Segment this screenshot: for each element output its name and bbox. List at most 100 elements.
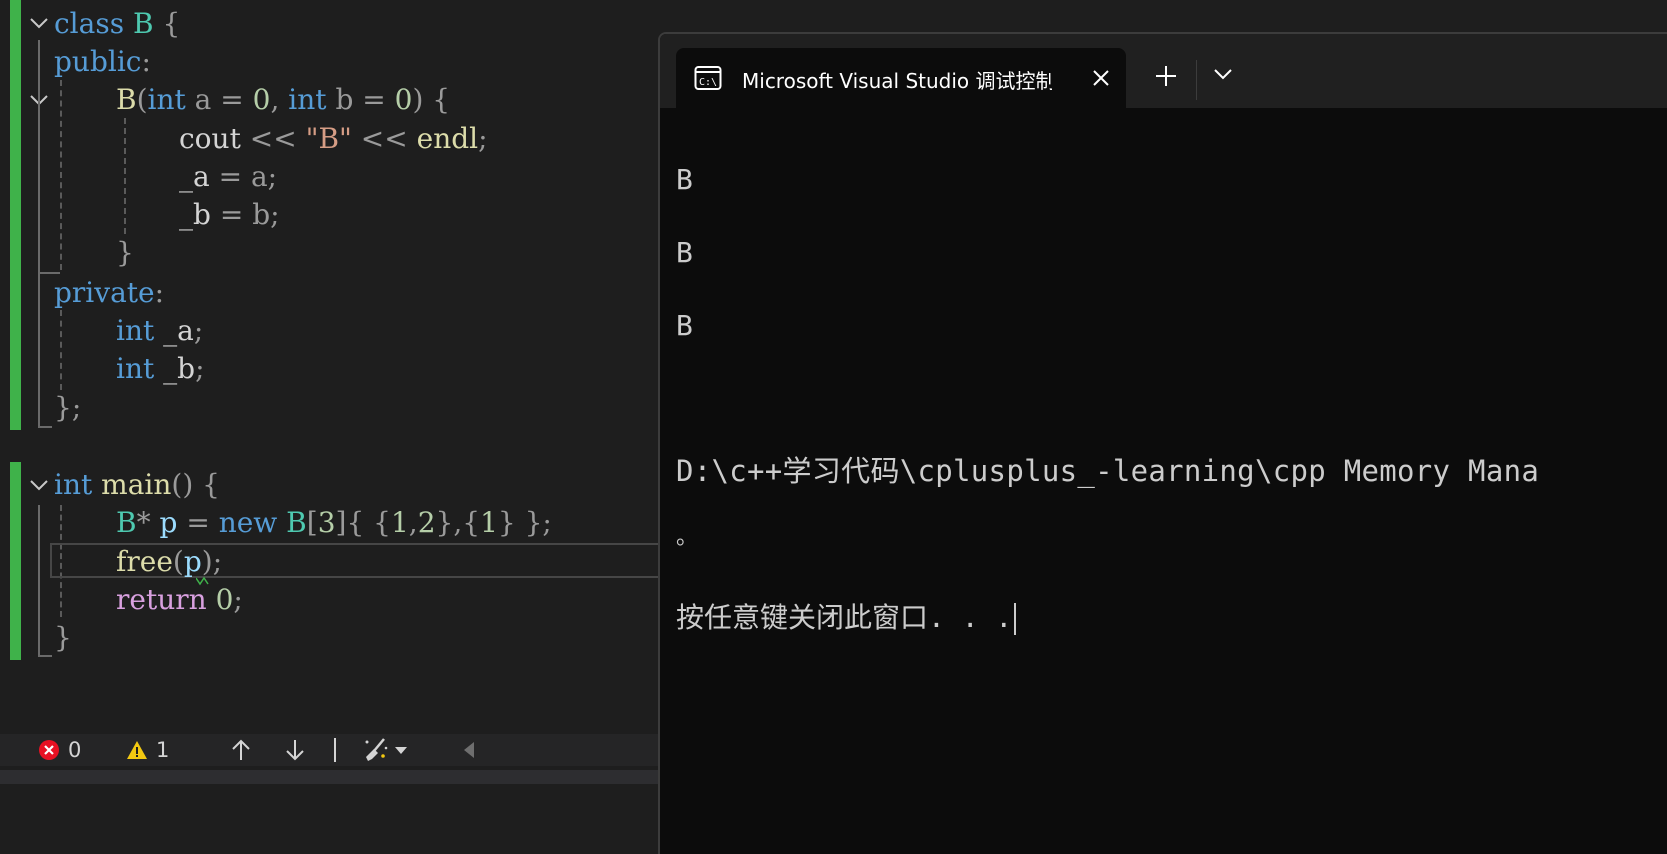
member-variable: _a — [179, 160, 210, 193]
code-line: class B { — [54, 6, 180, 42]
punctuation: ( — [172, 545, 184, 578]
warning-squiggle[interactable] — [195, 571, 210, 590]
function-name: free — [116, 545, 173, 578]
indent-guide — [60, 80, 62, 270]
number: 1 — [390, 506, 409, 539]
punctuation: , — [270, 83, 289, 116]
close-icon[interactable] — [1090, 67, 1112, 93]
operator: * — [136, 506, 160, 539]
code-line: _b = b; — [179, 197, 280, 233]
code-line: B* p = new B[3]{ {1,2},{1} }; — [116, 505, 552, 541]
scroll-left-icon[interactable] — [462, 734, 476, 766]
punctuation: ; — [267, 160, 278, 193]
number: 1 — [480, 506, 498, 539]
press-any-key-prompt: 按任意键关闭此窗口. . . — [676, 600, 1667, 635]
horizontal-scrollbar[interactable] — [0, 770, 660, 784]
fold-chevron-icon[interactable] — [28, 12, 50, 34]
code-line: B(int a = 0, int b = 0) { — [116, 82, 450, 118]
keyword: int — [147, 83, 186, 116]
punctuation: : — [154, 276, 165, 309]
console-tab-bar: C:\ Microsoft Visual Studio 调试控制台 — [660, 34, 1667, 110]
code-line: private: — [54, 275, 164, 311]
variable: p — [159, 506, 178, 539]
scope-guide — [38, 655, 52, 657]
keyword: int — [116, 352, 155, 385]
code-editor[interactable]: class B { public: B(int a = 0, int b = 0… — [0, 0, 700, 780]
parameter: a — [194, 83, 212, 116]
indent-guide — [124, 118, 126, 234]
text-cursor — [1014, 603, 1017, 635]
output-blank-line — [676, 381, 1667, 416]
keyword: private — [54, 276, 155, 309]
type-name: B — [286, 506, 307, 539]
change-indicator — [10, 0, 21, 430]
operator: = — [177, 506, 219, 539]
code-line: }; — [54, 390, 81, 426]
svg-text:C:\: C:\ — [699, 77, 717, 88]
warning-icon — [126, 739, 148, 761]
error-count-label: 0 — [68, 738, 82, 762]
exit-path-line: D:\c++学习代码\cplusplus_-learning\cpp Memor… — [676, 454, 1540, 488]
keyword: return — [116, 583, 207, 616]
punctuation: }; — [54, 391, 82, 424]
code-line: _a = a; — [179, 159, 277, 195]
punctuation: ( — [136, 83, 148, 116]
punctuation: ]{ { — [335, 506, 391, 539]
chevron-down-icon[interactable] — [1212, 66, 1234, 85]
status-separator — [334, 734, 336, 766]
dropdown-icon[interactable] — [394, 734, 408, 766]
type-name: B — [132, 7, 154, 40]
member-variable: _b — [179, 198, 211, 231]
prompt-text: 按任意键关闭此窗口. . . — [676, 601, 1013, 634]
keyword: int — [288, 83, 327, 116]
scope-guide — [38, 426, 52, 428]
keyword: class — [54, 7, 125, 40]
operator: = — [210, 198, 253, 231]
warning-count[interactable]: 1 — [126, 734, 169, 766]
output-line: B — [676, 163, 693, 196]
parameter: a — [250, 160, 268, 193]
arrow-up-icon[interactable] — [230, 734, 252, 766]
console-output[interactable]: B B B D:\c++学习代码\cplusplus_-learning\cpp… — [676, 124, 1667, 673]
parameter: b — [252, 198, 271, 231]
punctuation: } — [116, 236, 134, 269]
console-tab[interactable]: C:\ Microsoft Visual Studio 调试控制台 — [676, 48, 1126, 110]
debug-console-window[interactable]: C:\ Microsoft Visual Studio 调试控制台 B B B … — [658, 32, 1667, 854]
exit-path-line-end: 。 — [676, 525, 699, 550]
punctuation: },{ — [435, 506, 481, 539]
code-line: return 0; — [116, 582, 243, 618]
operator: = — [353, 83, 395, 116]
cleanup-brush-icon[interactable] — [362, 734, 390, 766]
tab-separator — [1196, 60, 1197, 100]
plus-icon[interactable] — [1154, 64, 1178, 92]
operator: << — [240, 122, 306, 155]
punctuation: } — [54, 621, 72, 654]
keyword: new — [218, 506, 278, 539]
change-indicator — [10, 462, 21, 660]
punctuation: : — [141, 45, 151, 78]
editor-status-bar: 0 1 — [0, 734, 700, 766]
constructor-name: B — [116, 83, 137, 116]
error-icon — [38, 739, 60, 761]
scope-guide — [38, 272, 60, 274]
indent-guide — [60, 310, 62, 390]
punctuation: , — [408, 506, 418, 539]
punctuation: ; — [195, 352, 205, 385]
scope-guide — [38, 40, 40, 428]
number: 2 — [417, 506, 436, 539]
punctuation: ; — [193, 314, 204, 347]
identifier: cout — [179, 122, 241, 155]
identifier: endl — [416, 122, 479, 155]
operator: = — [209, 160, 251, 193]
punctuation: ; — [233, 583, 243, 616]
arrow-down-icon[interactable] — [284, 734, 306, 766]
fold-chevron-icon[interactable] — [28, 474, 50, 496]
console-tab-title: Microsoft Visual Studio 调试控制台 — [742, 69, 1052, 93]
error-count[interactable]: 0 — [38, 734, 81, 766]
code-line: int main() { — [54, 467, 220, 503]
punctuation: [ — [306, 506, 318, 539]
